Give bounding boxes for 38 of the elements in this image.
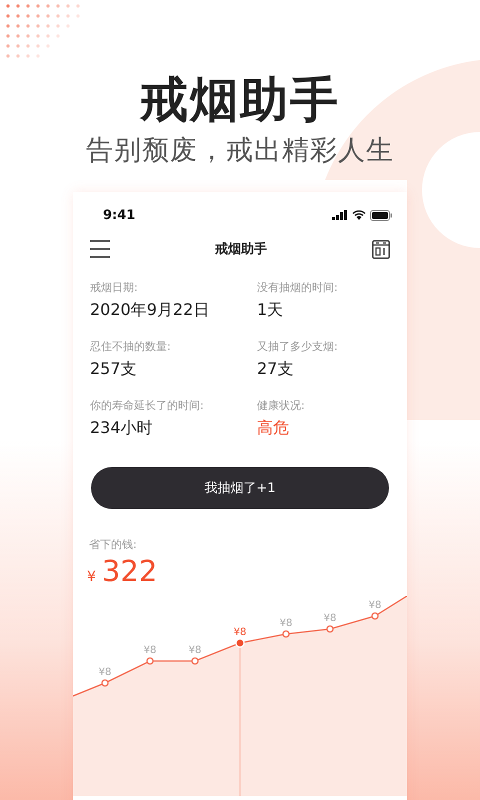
smoke-count-button[interactable]: 我抽烟了+1 [91, 467, 389, 509]
data-point[interactable] [101, 679, 109, 687]
point-label: ¥8 [368, 600, 382, 611]
battery-icon [370, 210, 393, 220]
stat-value: 高危 [257, 418, 290, 439]
signal-icon [332, 210, 348, 220]
stat-value: 2020年9月22日 [90, 300, 210, 321]
headline-subtitle: 告别颓废，戒出精彩人生 [86, 134, 394, 168]
point-label: ¥8 [144, 645, 156, 656]
point-label: ¥8 [280, 618, 292, 629]
data-point[interactable] [146, 657, 154, 665]
status-time: 9:41 [103, 208, 136, 222]
point-label: ¥8 [324, 613, 336, 624]
data-point[interactable] [326, 625, 334, 633]
wifi-icon [352, 210, 366, 220]
stat-value: 257支 [90, 359, 138, 380]
menu-icon[interactable] [90, 240, 110, 258]
point-label: ¥8 [98, 667, 112, 678]
point-label: ¥8 [188, 645, 202, 656]
currency-symbol: ¥ [87, 569, 96, 585]
stat-label: 你的寿命延长了的时间: [90, 398, 205, 413]
stat-value: 234小时 [90, 418, 154, 439]
savings-label: 省下的钱: [89, 537, 138, 552]
app-title: 戒烟助手 [215, 240, 267, 258]
data-point[interactable] [371, 612, 379, 620]
stat-value: 1天 [257, 300, 284, 321]
calendar-icon[interactable] [372, 240, 390, 258]
stat-label: 忍住不抽的数量: [90, 339, 172, 354]
stat-label: 没有抽烟的时间: [257, 280, 339, 295]
stat-label: 戒烟日期: [90, 280, 139, 295]
point-label: ¥8 [234, 627, 246, 638]
stat-label: 又抽了多少支烟: [257, 339, 339, 354]
headline-title: 戒烟助手 [140, 72, 340, 128]
stat-value: 27支 [257, 359, 294, 380]
stat-label: 健康状况: [257, 398, 306, 413]
data-point[interactable] [282, 630, 290, 638]
savings-amount: 322 [102, 554, 158, 588]
data-point[interactable] [191, 657, 199, 665]
